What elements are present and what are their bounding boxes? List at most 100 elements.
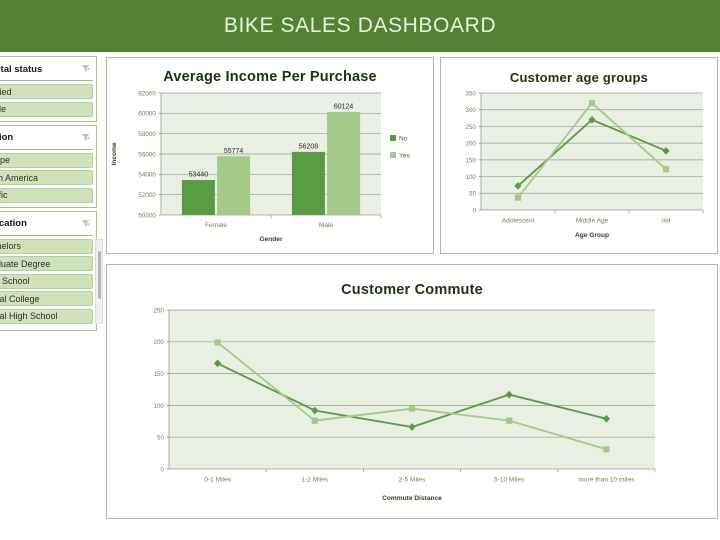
y-axis-tick-label: 50000 — [138, 212, 156, 219]
slicer-item[interactable]: Bachelors — [0, 238, 93, 254]
data-point-marker — [603, 446, 610, 453]
y-axis-tick-label: 150 — [465, 157, 476, 164]
bar — [181, 180, 215, 215]
y-axis-tick-label: 100 — [465, 174, 476, 181]
y-axis-tick-label: 100 — [153, 403, 164, 410]
data-point-marker — [588, 99, 596, 107]
x-axis-title: Age Group — [575, 232, 609, 239]
slicer-item[interactable]: Pacific — [0, 187, 93, 203]
legend-label: No — [399, 136, 408, 143]
chart-plot-income: 50000 52000 54000 56000 58000 60000 62000 53440… — [107, 85, 433, 243]
x-axis-category-label: old — [662, 218, 671, 225]
y-axis-title: Income — [111, 142, 118, 165]
clear-filter-button[interactable] — [81, 215, 90, 233]
data-point-marker — [662, 166, 670, 173]
slicer-item-list: Married Single — [0, 84, 93, 117]
line-chart-svg: 0 50 100 150 200 250 300 350 Adolescent Middle Ag… — [465, 90, 704, 239]
bar — [327, 112, 361, 215]
legend-label: Yes — [399, 153, 410, 160]
slicer-item[interactable]: Single — [0, 101, 93, 117]
data-point-marker — [408, 405, 416, 412]
chart-plot-commute: 0 50 100 150 200 250 0-1 Miles 1-2 Miles 2-5 Mil… — [107, 298, 717, 503]
chart-plot-age: 0 50 100 150 200 250 300 350 Adolescent Middle Ag… — [441, 85, 717, 240]
bar — [291, 151, 325, 215]
clear-filter-funnel-icon — [81, 219, 90, 227]
y-axis-tick-label: 50 — [469, 191, 477, 198]
slicer-scrollbar-thumb[interactable] — [98, 251, 101, 300]
clear-filter-button[interactable] — [81, 129, 90, 147]
y-axis-tick-label: 200 — [465, 141, 476, 148]
plot-area — [481, 93, 703, 210]
y-axis-tick-label: 250 — [153, 307, 164, 314]
slicer-item[interactable]: Married — [0, 84, 93, 99]
y-axis-tick-label: 58000 — [138, 131, 156, 138]
chart-panel-age: Customer age groups 0 50 100 150 200 250 300 35… — [440, 57, 718, 254]
y-axis-tick-label: 0 — [160, 466, 164, 473]
slicer-header: Marital status — [0, 59, 93, 81]
chart-title-income: Average Income Per Purchase — [163, 69, 377, 85]
slicer-header: Education — [0, 214, 93, 236]
plot-area — [169, 310, 655, 469]
bar-value-label: 53440 — [189, 172, 209, 179]
bar-chart-svg: 50000 52000 54000 56000 58000 60000 62000 53440… — [111, 90, 410, 243]
slicer-sidebar: Marital status Married Single Region Europe N… — [0, 56, 103, 334]
dashboard-root: BIKE SALES DASHBOARD Marital status Marri… — [0, 0, 720, 540]
x-axis-category-label: Adolescent — [502, 218, 535, 225]
y-axis-tick-label: 62000 — [138, 90, 156, 97]
y-axis-tick-label: 250 — [465, 124, 476, 131]
y-axis-tick-label: 0 — [472, 207, 476, 214]
y-axis-tick-label: 60000 — [138, 111, 156, 118]
y-axis-tick-label: 200 — [153, 339, 164, 346]
slicer-header: Region — [0, 128, 93, 150]
slicer-education: Education Bachelors Graduate Degree High Sc… — [0, 210, 103, 331]
bar-value-label: 55774 — [224, 148, 244, 155]
slicer-item-list: Bachelors Graduate Degree High School Parti… — [0, 238, 103, 324]
y-axis-tick-label: 54000 — [138, 172, 156, 179]
y-axis-tick-label: 150 — [153, 371, 164, 378]
slicer-scrollbar[interactable] — [95, 238, 103, 324]
slicer-item[interactable]: Graduate Degree — [0, 256, 93, 271]
slicer-region: Region Europe North America Pacific — [0, 124, 97, 208]
x-axis-category-label: 1-2 Miles — [301, 477, 328, 484]
dashboard-header: BIKE SALES DASHBOARD — [0, 0, 720, 52]
legend-swatch — [390, 135, 396, 141]
x-axis-category-label: Middle Age — [576, 218, 609, 225]
clear-filter-button[interactable] — [81, 60, 90, 78]
slicer-item[interactable]: Europe — [0, 152, 93, 168]
slicer-title: Education — [0, 218, 27, 229]
chart-panel-income: Average Income Per Purchase 50000 52000 54… — [106, 57, 434, 254]
line-chart-svg: 0 50 100 150 200 250 0-1 Miles 1-2 Miles 2-5 Mil… — [153, 307, 656, 502]
slicer-marital-status: Marital status Married Single — [0, 56, 97, 122]
x-axis-category-label: 5-10 Miles — [494, 477, 525, 484]
x-axis-category-label: Female — [205, 222, 227, 229]
slicer-item[interactable]: Partial High School — [0, 308, 93, 324]
clear-filter-funnel-icon — [81, 133, 90, 141]
chart-panel-commute: Customer Commute 0 50 100 150 200 250 0-1 Mile… — [106, 264, 718, 519]
x-axis-title: Gender — [259, 236, 283, 243]
bar — [217, 156, 251, 215]
y-axis-tick-label: 52000 — [138, 192, 156, 199]
data-point-marker — [514, 194, 522, 201]
slicer-title: Marital status — [0, 63, 43, 75]
x-axis-category-label: Male — [319, 222, 334, 229]
slicer-item[interactable]: High School — [0, 273, 93, 289]
y-axis-tick-label: 50 — [157, 435, 165, 442]
y-axis-tick-label: 300 — [465, 107, 476, 114]
bar-value-label: 56208 — [299, 143, 319, 150]
data-point-marker — [506, 417, 513, 424]
y-axis-tick-label: 56000 — [138, 151, 156, 158]
x-axis-category-label: 0-1 Miles — [204, 477, 231, 484]
chart-title-age: Customer age groups — [509, 70, 649, 85]
slicer-title: Region — [0, 132, 14, 143]
data-point-marker — [311, 417, 318, 424]
x-axis-category-label: 2-5 Miles — [399, 477, 426, 484]
x-axis-category-label: more than 10 miles — [578, 477, 635, 484]
slicer-item[interactable]: North America — [0, 170, 93, 185]
bar-value-label: 60124 — [334, 104, 354, 111]
chart-title-commute: Customer Commute — [341, 282, 483, 298]
y-axis-tick-label: 350 — [465, 90, 476, 97]
clear-filter-funnel-icon — [81, 65, 90, 73]
slicer-item[interactable]: Partial College — [0, 291, 93, 306]
x-axis-title: Commute Distance — [382, 495, 442, 502]
slicer-item-list: Europe North America Pacific — [0, 152, 93, 203]
